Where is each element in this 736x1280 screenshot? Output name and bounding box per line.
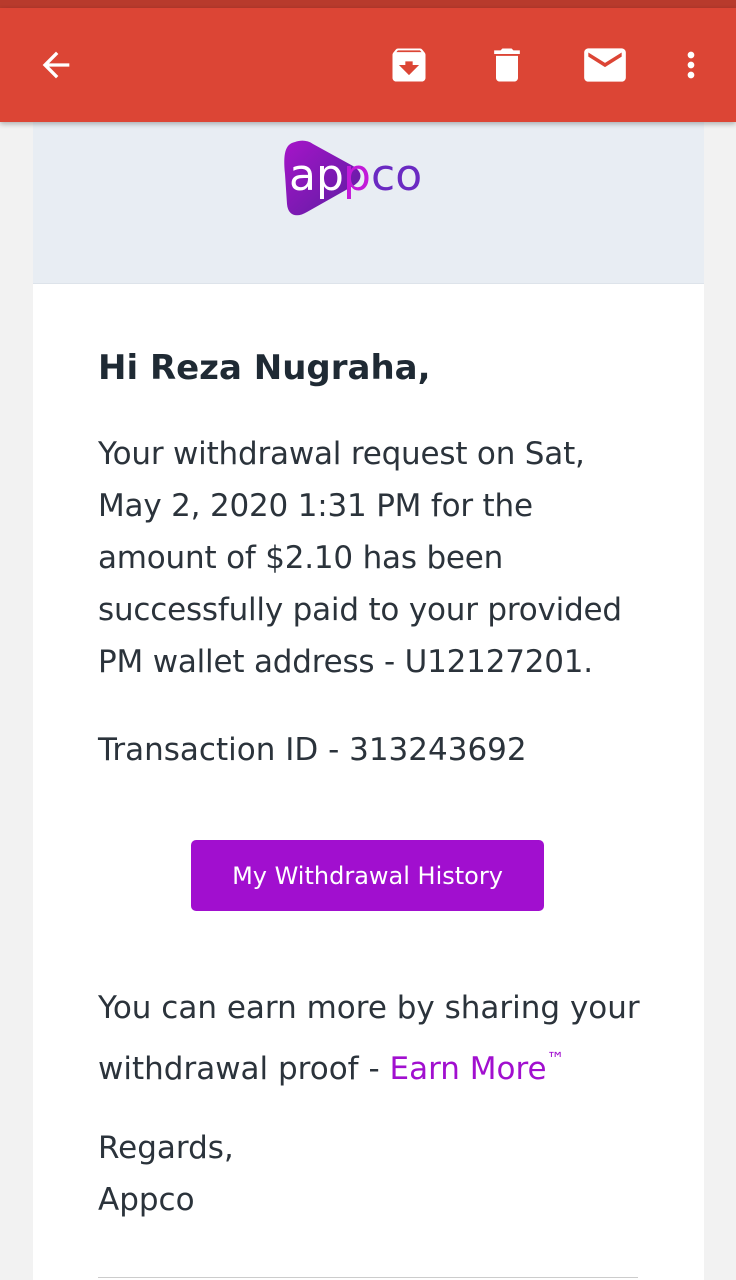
signature-text: Appco: [98, 1182, 195, 1218]
message-line: amount of $2.10 has been: [98, 540, 504, 576]
withdrawal-history-button[interactable]: My Withdrawal History: [191, 840, 544, 911]
trademark-symbol: ™: [546, 1049, 565, 1070]
more-vert-icon: [687, 51, 695, 79]
greeting-heading: Hi Reza Nugraha,: [98, 348, 431, 388]
mail-icon: [584, 48, 626, 82]
svg-text:ap: ap: [289, 150, 344, 201]
transaction-id: Transaction ID - 313243692: [98, 732, 527, 768]
footer-divider: [98, 1277, 638, 1278]
earn-prefix: withdrawal proof -: [98, 1051, 390, 1087]
sign-off: Regards, Appco: [98, 1122, 234, 1226]
message-line: successfully paid to your provided: [98, 592, 622, 628]
message-line: PM wallet address - U12127201.: [98, 644, 593, 680]
message-line: Your withdrawal request on Sat,: [98, 436, 585, 472]
withdrawal-message: Your withdrawal request on Sat, May 2, 2…: [98, 428, 658, 688]
appco-logo: ap p co: [283, 134, 463, 224]
trash-icon: [494, 48, 520, 82]
more-options-button[interactable]: [651, 8, 731, 122]
app-toolbar: [0, 8, 736, 122]
svg-text:co: co: [371, 150, 422, 201]
mark-unread-button[interactable]: [565, 8, 645, 122]
archive-icon: [392, 48, 426, 82]
earn-line: You can earn more by sharing your: [98, 990, 640, 1026]
earn-more-text: You can earn more by sharing your withdr…: [98, 982, 698, 1095]
earn-line: withdrawal proof - Earn More™: [98, 1034, 698, 1095]
earn-more-link-text[interactable]: Earn More: [390, 1051, 547, 1087]
regards-text: Regards,: [98, 1130, 234, 1166]
arrow-back-icon: [42, 51, 70, 79]
archive-button[interactable]: [369, 8, 449, 122]
back-button[interactable]: [16, 8, 96, 122]
delete-button[interactable]: [467, 8, 547, 122]
email-header-banner: ap p co: [33, 122, 704, 284]
svg-text:p: p: [343, 150, 371, 201]
message-line: May 2, 2020 1:31 PM for the: [98, 488, 533, 524]
status-bar: [0, 0, 736, 8]
email-body: ap p co Hi Reza Nugraha, Your withdrawal…: [33, 122, 704, 1280]
earn-more-link[interactable]: Earn More™: [390, 1049, 565, 1087]
